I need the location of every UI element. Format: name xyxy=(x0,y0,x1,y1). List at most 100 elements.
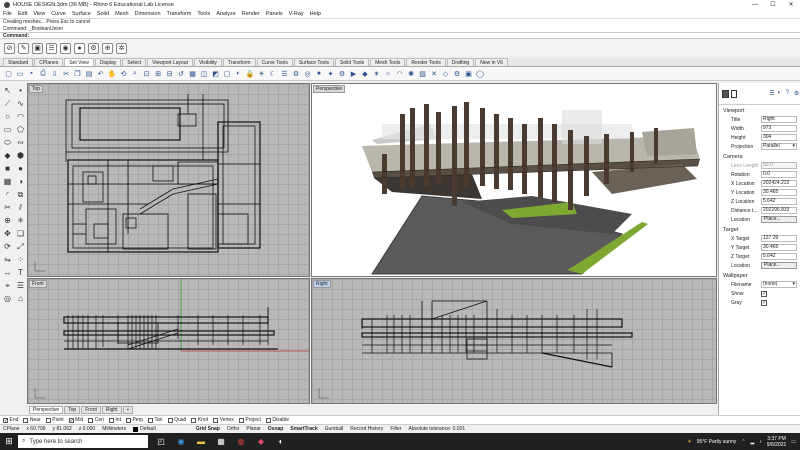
osnap-mid[interactable]: ✓ Mid xyxy=(68,417,83,423)
add-icon[interactable]: ⊕ xyxy=(102,42,113,54)
panel-menu-icon[interactable]: ⚙ xyxy=(794,90,800,98)
layers-panel-icon[interactable]: ☰ xyxy=(769,90,775,98)
tab-display[interactable]: Display xyxy=(94,58,122,66)
show-icon[interactable]: ☀ xyxy=(257,69,266,78)
app-icon[interactable]: ◆ xyxy=(254,435,268,449)
filter-toggle[interactable]: Filter xyxy=(390,426,401,432)
tab-curve-tools[interactable]: Curve Tools xyxy=(256,58,293,66)
zoom-selected-icon[interactable]: ⊟ xyxy=(165,69,174,78)
target-place-button[interactable]: Place... xyxy=(761,262,797,269)
tab-select[interactable]: Select xyxy=(122,58,147,66)
tab-cplanes[interactable]: CPlanes xyxy=(34,58,64,66)
arc-icon[interactable]: ◠ xyxy=(15,111,26,122)
record-history-toggle[interactable]: Record History xyxy=(350,426,383,432)
notification-icon[interactable]: ▭ xyxy=(791,439,796,445)
ellipse-icon[interactable]: ⬭ xyxy=(2,137,13,148)
open-folder-icon[interactable]: ▭ xyxy=(16,69,25,78)
ortho-toggle[interactable]: Ortho xyxy=(227,426,240,432)
box-icon[interactable]: ▣ xyxy=(32,42,43,54)
settings-icon[interactable]: ✲ xyxy=(116,42,127,54)
weather-icon[interactable]: ☀ xyxy=(687,439,691,445)
offset-icon[interactable]: ⧉ xyxy=(15,189,26,200)
analyze-icon[interactable]: ⌖ xyxy=(2,280,13,291)
cancel-icon[interactable]: ⊘ xyxy=(4,42,15,54)
viewport-label-right[interactable]: Right xyxy=(313,280,331,288)
vray-render-icon[interactable]: ▶ xyxy=(349,69,358,78)
vray-sun-icon[interactable]: ☼ xyxy=(384,69,393,78)
vray-lens-icon[interactable]: ◯ xyxy=(476,69,485,78)
tab-visibility[interactable]: Visibility xyxy=(193,58,222,66)
tab-solid-tools[interactable]: Solid Tools xyxy=(335,58,370,66)
network-icon[interactable]: ▂ xyxy=(750,439,754,445)
vray-mesh-icon[interactable]: ◇ xyxy=(441,69,450,78)
split-icon[interactable]: ⫽ xyxy=(15,202,26,213)
menu-transform[interactable]: Transform xyxy=(167,11,192,17)
tab-mesh-tools[interactable]: Mesh Tools xyxy=(370,58,406,66)
hide-icon[interactable]: ☾ xyxy=(269,69,278,78)
osnap-near[interactable]: Near xyxy=(23,417,41,423)
pan-icon[interactable]: ✋ xyxy=(108,69,117,78)
smarttrack-toggle[interactable]: SmartTrack xyxy=(290,426,317,432)
z-target-field[interactable]: 5.642 xyxy=(761,253,797,260)
zoom-extents-icon[interactable]: ⊞ xyxy=(154,69,163,78)
tab-viewport-layout[interactable]: Viewport Layout xyxy=(147,58,193,66)
polygon-icon[interactable]: ⬠ xyxy=(15,124,26,135)
rotate-view-icon[interactable]: ⟲ xyxy=(119,69,128,78)
viewport-label-perspective[interactable]: Perspective xyxy=(313,85,346,93)
y-location-field[interactable]: 30.465 xyxy=(761,189,797,196)
viewport-properties-icon[interactable] xyxy=(730,89,738,98)
menu-vray[interactable]: V-Ray xyxy=(289,11,304,17)
vray-light-icon[interactable]: ✶ xyxy=(372,69,381,78)
volume-icon[interactable]: ♪ xyxy=(759,439,762,445)
tab-set-view[interactable]: Set View xyxy=(64,58,94,66)
windows-start-icon[interactable]: ⊞ xyxy=(0,433,18,450)
four-view-icon[interactable]: ▦ xyxy=(188,69,197,78)
undo-view-icon[interactable]: ↺ xyxy=(177,69,186,78)
tab-standard[interactable]: Standard xyxy=(3,58,34,66)
store-icon[interactable]: ▦ xyxy=(214,435,228,449)
viewport-tab-perspective[interactable]: Perspective xyxy=(29,405,64,414)
viewport-front[interactable]: Front xyxy=(27,278,310,404)
vray-frame-icon[interactable]: ▣ xyxy=(464,69,473,78)
osnap-end[interactable]: ✓ End xyxy=(3,417,18,423)
menu-surface[interactable]: Surface xyxy=(72,11,91,17)
clock[interactable]: 3:37 PM 9/6/2021 xyxy=(767,436,786,448)
menu-help[interactable]: Help xyxy=(310,11,321,17)
trim-icon[interactable]: ✂ xyxy=(2,202,13,213)
vray-settings-icon[interactable]: ⚙ xyxy=(453,69,462,78)
gear-icon[interactable]: ⚙ xyxy=(88,42,99,54)
menu-analyze[interactable]: Analyze xyxy=(216,11,236,17)
file-explorer-icon[interactable]: ▬ xyxy=(194,435,208,449)
osnap-knot[interactable]: Knot xyxy=(191,417,208,423)
menu-curve[interactable]: Curve xyxy=(51,11,66,17)
dimension-icon[interactable]: ↔ xyxy=(2,267,13,278)
osnap-perp[interactable]: Perp xyxy=(125,417,143,423)
osnap-quad[interactable]: Quad xyxy=(167,417,186,423)
tray-chevron-icon[interactable]: ⌃ xyxy=(741,439,745,445)
new-file-icon[interactable]: ▢ xyxy=(4,69,13,78)
vray-dome-icon[interactable]: ◠ xyxy=(395,69,404,78)
save-icon[interactable]: ▪ xyxy=(27,69,36,78)
set-view-icon[interactable]: ◩ xyxy=(211,69,220,78)
menu-tools[interactable]: Tools xyxy=(197,11,210,17)
text-icon[interactable]: T xyxy=(15,267,26,278)
zoom-icon[interactable]: ⌕ xyxy=(131,69,140,78)
planar-toggle[interactable]: Planar xyxy=(246,426,260,432)
menu-view[interactable]: View xyxy=(33,11,45,17)
taskbar-search-input[interactable]: ⌕ Type here to search xyxy=(18,435,148,448)
osnap-cen[interactable]: Cen xyxy=(88,417,104,423)
menu-solid[interactable]: Solid xyxy=(97,11,109,17)
extrude-icon[interactable]: ⬢ xyxy=(15,150,26,161)
osnap-toggle[interactable]: Osnap xyxy=(268,426,284,432)
minimize-button[interactable]: — xyxy=(746,0,764,9)
rotate-icon[interactable]: ⟳ xyxy=(2,241,13,252)
select-arrow-icon[interactable]: ↖ xyxy=(2,85,13,96)
viewport-tab-front[interactable]: Front xyxy=(81,405,101,414)
tab-drafting[interactable]: Drafting xyxy=(446,58,475,66)
boolean-icon[interactable]: ◑ xyxy=(15,176,26,187)
solid-box-icon[interactable]: ■ xyxy=(2,163,13,174)
z-location-field[interactable]: 5.642 xyxy=(761,198,797,205)
command-input[interactable]: Command: xyxy=(0,32,800,39)
projection-select[interactable]: Parallel xyxy=(761,143,797,150)
zoom-window-icon[interactable]: ⊡ xyxy=(142,69,151,78)
